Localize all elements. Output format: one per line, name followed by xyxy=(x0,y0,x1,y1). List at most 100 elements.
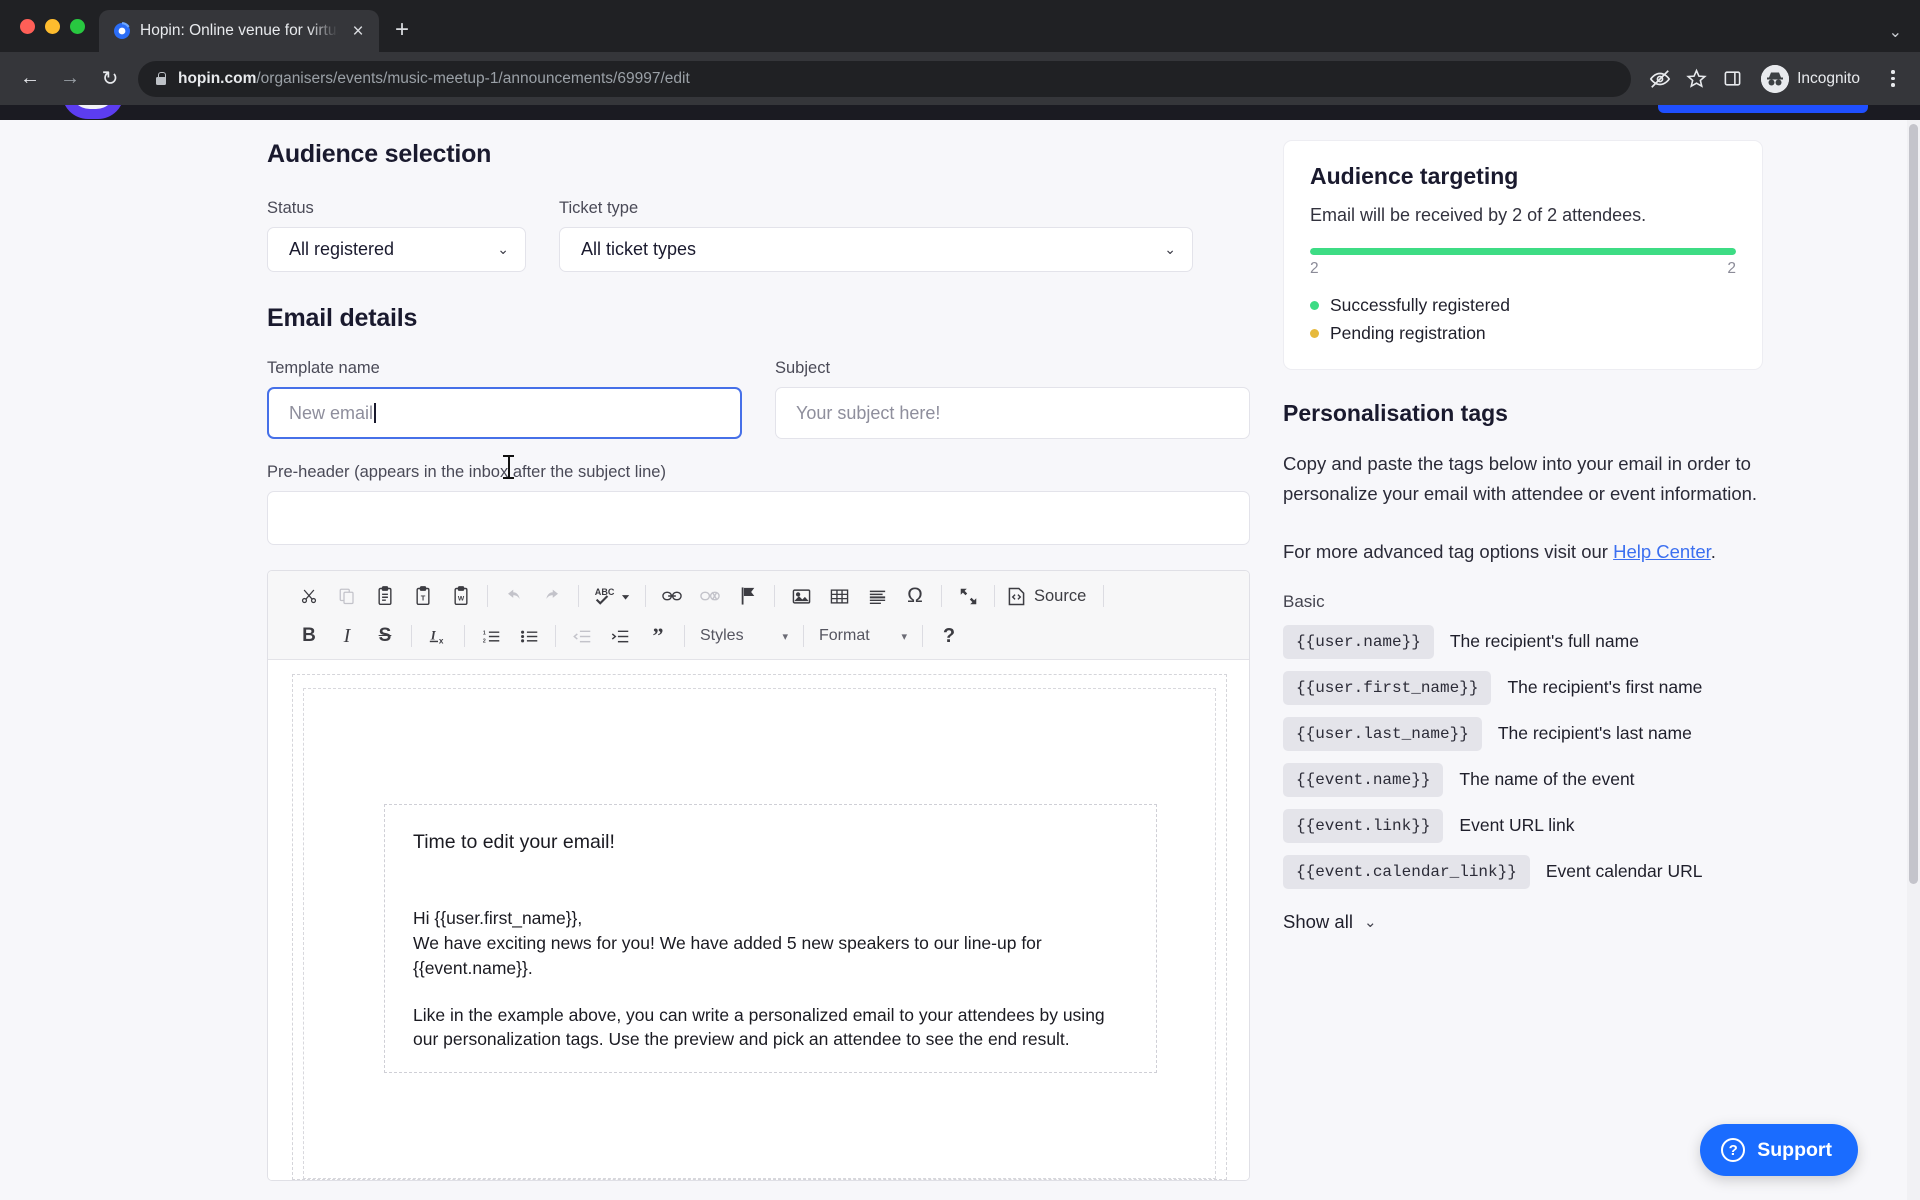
undo-icon[interactable] xyxy=(495,580,533,612)
format-dropdown[interactable]: Format ▾ xyxy=(811,620,915,652)
audience-progress-values: 2 2 xyxy=(1310,260,1736,278)
toolbar-separator xyxy=(922,625,923,647)
tag-row: {{event.calendar_link}} Event calendar U… xyxy=(1283,854,1763,889)
tag-description: Event calendar URL xyxy=(1545,861,1703,882)
tag-description: The recipient's first name xyxy=(1507,677,1703,698)
star-icon[interactable] xyxy=(1679,62,1713,96)
email-inner-table: Time to edit your email! Hi {{user.first… xyxy=(303,688,1216,1179)
tag-chip[interactable]: {{user.first_name}} xyxy=(1283,670,1492,705)
audience-targeting-title: Audience targeting xyxy=(1310,163,1519,189)
ticket-type-select[interactable]: All ticket types ⌄ xyxy=(559,227,1193,272)
indent-icon[interactable] xyxy=(601,620,639,652)
chevron-down-icon: ⌄ xyxy=(1164,241,1176,257)
table-icon[interactable] xyxy=(820,580,858,612)
editor-toolbar: T W ABC Ω Source B I S I x 1 2 ” Styles … xyxy=(268,571,1249,660)
preheader-field: Pre-header (appears in the inbox after t… xyxy=(267,463,1250,545)
url-path: /organisers/events/music-meetup-1/announ… xyxy=(256,69,690,87)
subject-input[interactable]: Your subject here! xyxy=(775,387,1250,439)
template-name-field: Template name New email xyxy=(267,359,742,439)
paste-from-word-icon[interactable]: W xyxy=(442,580,480,612)
profile-chip[interactable]: Incognito xyxy=(1757,62,1874,96)
forward-button[interactable]: → xyxy=(52,61,88,97)
preheader-input[interactable] xyxy=(267,491,1250,545)
toolbar-separator xyxy=(487,585,488,607)
tag-chip[interactable]: {{event.calendar_link}} xyxy=(1283,854,1530,889)
source-label: Source xyxy=(1034,586,1087,605)
legend-label: Pending registration xyxy=(1330,323,1486,343)
browser-tab[interactable]: Hopin: Online venue for virtual × xyxy=(99,10,379,52)
audience-selection-heading: Audience selection xyxy=(267,140,492,168)
reload-button[interactable]: ↻ xyxy=(92,61,128,97)
back-button[interactable]: ← xyxy=(12,61,48,97)
new-tab-button[interactable]: + xyxy=(395,18,409,42)
special-character-icon[interactable]: Ω xyxy=(896,580,934,612)
copy-icon[interactable] xyxy=(328,580,366,612)
mouse-cursor-ibeam xyxy=(503,455,514,479)
source-button[interactable]: Source xyxy=(1002,587,1096,606)
link-icon[interactable] xyxy=(653,580,691,612)
minimize-window-button[interactable] xyxy=(45,18,60,34)
svg-text:ABC: ABC xyxy=(595,587,615,597)
bulleted-list-icon[interactable] xyxy=(510,620,548,652)
support-button[interactable]: ? Support xyxy=(1700,1124,1858,1176)
paste-as-text-icon[interactable]: T xyxy=(404,580,442,612)
blockquote-icon[interactable]: ” xyxy=(639,620,677,652)
cut-icon[interactable] xyxy=(290,580,328,612)
tag-chip[interactable]: {{event.link}} xyxy=(1283,808,1444,843)
status-field: Status All registered ⌄ xyxy=(267,199,526,272)
svg-text:W: W xyxy=(458,596,465,603)
main-form-column: Audience selection Status All registered… xyxy=(267,140,1250,1181)
ticket-type-field: Ticket type All ticket types ⌄ xyxy=(559,199,1193,272)
numbered-list-icon[interactable]: 1 2 xyxy=(472,620,510,652)
help-center-link[interactable]: Help Center xyxy=(1613,541,1711,562)
outdent-icon[interactable] xyxy=(563,620,601,652)
legend-item: Pending registration xyxy=(1310,323,1736,344)
bold-icon[interactable]: B xyxy=(290,620,328,652)
page-scrollbar[interactable] xyxy=(1907,120,1920,1200)
tab-search-chevron-icon[interactable]: ⌄ xyxy=(1889,22,1902,42)
spellcheck-icon[interactable]: ABC xyxy=(586,580,638,612)
chevron-down-icon: ⌄ xyxy=(497,241,509,257)
show-all-tags-button[interactable]: Show all ⌄ xyxy=(1283,911,1763,933)
strikethrough-icon[interactable]: S xyxy=(366,620,404,652)
subject-label: Subject xyxy=(775,359,831,377)
close-window-button[interactable] xyxy=(20,18,35,34)
email-paragraph: We have exciting news for you! We have a… xyxy=(413,932,1042,978)
styles-dropdown[interactable]: Styles ▾ xyxy=(692,620,796,652)
progress-left-value: 2 xyxy=(1310,260,1319,277)
help-icon[interactable]: ? xyxy=(930,620,968,652)
tag-chip[interactable]: {{user.last_name}} xyxy=(1283,716,1482,751)
toolbar-icons: Incognito xyxy=(1643,62,1910,96)
window-controls xyxy=(12,0,99,52)
italic-icon[interactable]: I xyxy=(328,620,366,652)
anchor-flag-icon[interactable] xyxy=(729,580,767,612)
chevron-down-icon: ⌄ xyxy=(1363,913,1377,931)
hopin-logo[interactable] xyxy=(62,105,124,119)
tag-row: {{user.name}} The recipient's full name xyxy=(1283,624,1763,659)
status-select[interactable]: All registered ⌄ xyxy=(267,227,526,272)
tag-chip[interactable]: {{user.name}} xyxy=(1283,624,1434,659)
editor-body[interactable]: Time to edit your email! Hi {{user.first… xyxy=(268,660,1249,1180)
format-label: Format xyxy=(819,627,870,644)
tag-chip[interactable]: {{event.name}} xyxy=(1283,762,1444,797)
paste-icon[interactable] xyxy=(366,580,404,612)
image-icon[interactable] xyxy=(782,580,820,612)
toolbar-separator xyxy=(684,625,685,647)
template-name-input[interactable]: New email xyxy=(267,387,742,439)
side-panel-icon[interactable] xyxy=(1715,62,1749,96)
close-tab-button[interactable]: × xyxy=(347,22,369,41)
address-bar[interactable]: hopin.com/organisers/events/music-meetup… xyxy=(138,60,1632,97)
maximize-window-button[interactable] xyxy=(70,18,85,34)
redo-icon[interactable] xyxy=(533,580,571,612)
profile-label: Incognito xyxy=(1797,69,1860,87)
horizontal-rule-icon[interactable] xyxy=(858,580,896,612)
header-primary-button[interactable] xyxy=(1658,105,1868,113)
toolbar-separator xyxy=(941,585,942,607)
unlink-icon[interactable] xyxy=(691,580,729,612)
maximize-icon[interactable] xyxy=(949,580,987,612)
remove-format-icon[interactable]: I x xyxy=(419,620,457,652)
tag-row: {{event.name}} The name of the event xyxy=(1283,762,1763,797)
eye-slash-icon[interactable] xyxy=(1643,62,1677,96)
browser-menu-button[interactable] xyxy=(1876,62,1910,96)
scrollbar-thumb[interactable] xyxy=(1909,124,1918,884)
